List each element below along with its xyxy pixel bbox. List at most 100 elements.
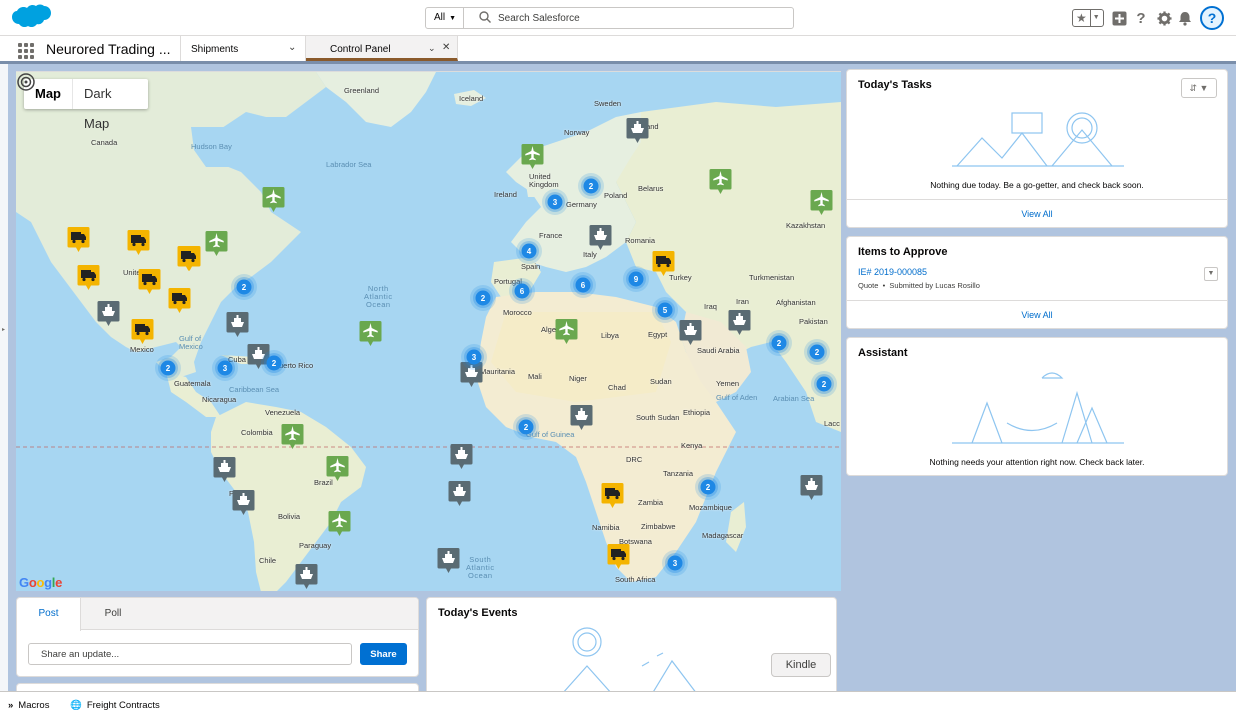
favorites-button[interactable]: ★ ▼ [1072, 9, 1104, 27]
map-label: Chile [259, 556, 277, 565]
approval-item-link[interactable]: IE# 2019-000085 [858, 267, 927, 277]
search-scope-select[interactable]: All ▼ [426, 8, 464, 28]
map-label: Italy [583, 250, 597, 259]
approval-item-meta: Quote • Submitted by Lucas Rosillo [858, 281, 980, 290]
map-label: Arabian Sea [773, 394, 815, 403]
cluster-count: 3 [553, 198, 558, 207]
search-input[interactable] [498, 10, 788, 26]
cluster-count: 2 [815, 348, 820, 357]
map-label: Bolivia [278, 512, 301, 521]
close-tab-icon[interactable]: ✕ [442, 42, 450, 53]
add-icon[interactable] [1109, 8, 1129, 28]
cluster-count: 2 [481, 294, 486, 303]
macros-label: Macros [18, 700, 50, 711]
cluster-count: 4 [527, 247, 532, 256]
cluster-count: 3 [472, 353, 477, 362]
cluster-count: 6 [581, 281, 586, 290]
chevron-down-icon: ▼ [449, 15, 457, 22]
map-ocean-label: South Atlantic Ocean [466, 555, 495, 580]
freight-contracts-utility[interactable]: 🌐 Freight Contracts [70, 700, 160, 711]
map-label: Iran [736, 297, 749, 306]
map-label: Turkmenistan [749, 273, 795, 282]
salesforce-logo[interactable] [10, 4, 52, 33]
map-label: South Sudan [636, 413, 680, 422]
tasks-empty-message: Nothing due today. Be a go-getter, and c… [930, 180, 1144, 190]
card-title: Items to Approve [858, 246, 948, 258]
help-icon[interactable]: ? [1131, 8, 1151, 28]
google-attribution[interactable]: Google [19, 575, 62, 590]
map-label: Afghanistan [776, 298, 816, 307]
publisher-tabs: Post Poll [17, 598, 418, 631]
utility-bar: » Macros 🌐 Freight Contracts [0, 691, 1236, 720]
map-label: Lacc [824, 419, 840, 428]
map-label: DRC [626, 455, 643, 464]
assistant-empty-illustration [952, 372, 1124, 444]
search-scope-label: All [434, 12, 446, 23]
card-title: Assistant [858, 347, 908, 359]
kindle-button[interactable]: Kindle [771, 653, 831, 677]
macros-icon: » [8, 700, 14, 711]
left-edge-panel: ▸ [0, 64, 8, 691]
map-label: Sweden [594, 99, 622, 108]
share-update-input[interactable] [28, 643, 352, 665]
cluster-count: 2 [242, 283, 247, 292]
map-label: Kazakhstan [786, 221, 826, 230]
map-label: Venezuela [265, 408, 301, 417]
cluster-count: 3 [223, 364, 228, 373]
map-label: Zambia [638, 498, 664, 507]
map-type-dark-button[interactable]: Dark Map [72, 79, 148, 131]
map-label: Ethiopia [683, 408, 711, 417]
cluster-count: 6 [520, 287, 525, 296]
world-map[interactable]: Map Dark Map Canada Greenland Iceland Sw… [16, 71, 841, 591]
macros-utility[interactable]: » Macros [8, 700, 49, 711]
chevron-right-icon[interactable]: ▸ [2, 326, 5, 333]
cluster-count: 2 [272, 359, 277, 368]
setup-gear-icon[interactable] [1154, 8, 1174, 28]
map-label: Mali [528, 372, 542, 381]
approvals-view-all-link[interactable]: View All [847, 300, 1227, 328]
todays-tasks-card: Today's Tasks ⇵ ▼ Nothing due today. Be … [846, 69, 1228, 228]
map-label: Libya [601, 331, 619, 340]
approval-item-menu-button[interactable]: ▼ [1204, 267, 1218, 281]
locate-target-icon[interactable] [16, 72, 36, 92]
map-label: Belarus [638, 184, 664, 193]
tasks-empty-illustration [952, 112, 1124, 167]
cluster-count: 2 [777, 339, 782, 348]
cluster-count: 2 [706, 483, 711, 492]
star-icon: ★ [1076, 11, 1087, 25]
tab-post[interactable]: Post [17, 598, 81, 631]
map-label: Morocco [503, 308, 532, 317]
share-button[interactable]: Share [360, 643, 407, 665]
map-label: Sudan [650, 377, 672, 386]
map-label: Germany [566, 200, 597, 209]
map-label: Niger [569, 374, 587, 383]
approval-item-type: Quote [858, 281, 879, 290]
cluster-count: 5 [663, 306, 668, 315]
map-ocean-label: North Atlantic Ocean [364, 284, 393, 309]
chatter-publisher: Post Poll Share [16, 597, 419, 677]
tasks-filter-button[interactable]: ⇵ ▼ [1181, 78, 1217, 98]
map-label: Nicaragua [202, 395, 237, 404]
user-avatar[interactable]: ? [1200, 6, 1224, 30]
app-name: Neurored Trading ... [46, 41, 171, 57]
items-to-approve-card: Items to Approve IE# 2019-000085 Quote •… [846, 236, 1228, 329]
map-label: Egypt [648, 330, 668, 339]
global-search: All ▼ [425, 7, 794, 29]
cluster-count: 2 [589, 182, 594, 191]
map-label: Romania [625, 236, 656, 245]
cluster-count: 2 [166, 364, 171, 373]
events-empty-illustration [561, 627, 698, 694]
chevron-down-icon[interactable]: ⌄ [428, 43, 436, 54]
map-label: United Kingdom [529, 172, 559, 189]
tab-poll[interactable]: Poll [81, 598, 145, 630]
app-launcher-icon[interactable] [18, 43, 34, 59]
map-label: Greenland [344, 86, 380, 95]
chevron-down-icon[interactable]: ⌄ [288, 42, 296, 53]
app-navigation-bar: Neurored Trading ... Shipments ⌄ Control… [0, 36, 1236, 64]
notifications-bell-icon[interactable] [1175, 8, 1195, 28]
global-header: All▼ ★▼ ? ? [0, 0, 1236, 36]
assistant-card: Assistant Nothing needs your attention r… [846, 337, 1228, 476]
tasks-view-all-link[interactable]: View All [847, 199, 1227, 227]
search-icon [479, 11, 491, 23]
map-label: Norway [564, 128, 590, 137]
